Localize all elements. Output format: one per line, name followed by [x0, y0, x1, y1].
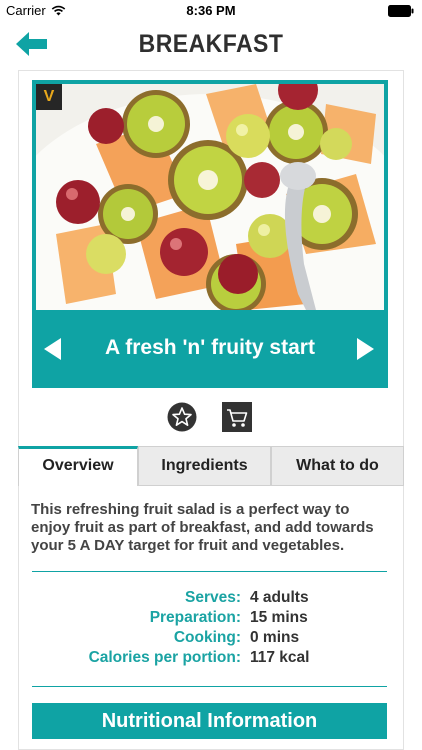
- battery-icon: [388, 5, 414, 17]
- page-title: BREAKFAST: [138, 30, 284, 58]
- recipe-tabs: Overview Ingredients What to do: [18, 446, 404, 486]
- fact-value: 4 adults: [250, 589, 309, 606]
- recipe-photo: [36, 84, 384, 310]
- status-bar: Carrier 8:36 PM: [0, 0, 422, 22]
- fact-label: Cooking:: [173, 629, 241, 646]
- nav-bar: BREAKFAST: [0, 22, 422, 66]
- nutritional-information-button[interactable]: Nutritional Information: [32, 703, 387, 739]
- tab-overview[interactable]: Overview: [18, 446, 138, 486]
- chevron-left-icon[interactable]: [44, 338, 62, 360]
- divider: [32, 686, 387, 687]
- fact-value: 0 mins: [250, 629, 300, 646]
- fact-preparation: Preparation: 15 mins: [32, 609, 387, 629]
- recipe-facts: Serves: 4 adults Preparation: 15 mins Co…: [32, 589, 387, 669]
- recipe-title: A fresh 'n' fruity start: [105, 336, 315, 359]
- fact-label: Preparation:: [149, 609, 241, 626]
- cart-icon[interactable]: [222, 402, 252, 432]
- fact-label: Serves:: [184, 589, 241, 606]
- recipe-actions: [0, 402, 422, 434]
- vegetarian-badge: V: [36, 84, 62, 110]
- star-icon[interactable]: [167, 402, 197, 432]
- divider: [32, 571, 387, 572]
- status-time: 8:36 PM: [186, 3, 236, 18]
- fact-serves: Serves: 4 adults: [32, 589, 387, 609]
- tab-ingredients[interactable]: Ingredients: [138, 446, 271, 486]
- fact-calories: Calories per portion: 117 kcal: [32, 649, 387, 669]
- recipe-description: This refreshing fruit salad is a perfect…: [31, 501, 374, 554]
- chevron-right-icon[interactable]: [356, 338, 374, 360]
- fact-label: Calories per portion:: [88, 649, 241, 666]
- tab-what-to-do[interactable]: What to do: [271, 446, 404, 486]
- fact-value: 117 kcal: [250, 649, 310, 666]
- fact-value: 15 mins: [250, 609, 308, 626]
- fact-cooking: Cooking: 0 mins: [32, 629, 387, 649]
- recipe-title-bar: A fresh 'n' fruity start: [32, 310, 388, 388]
